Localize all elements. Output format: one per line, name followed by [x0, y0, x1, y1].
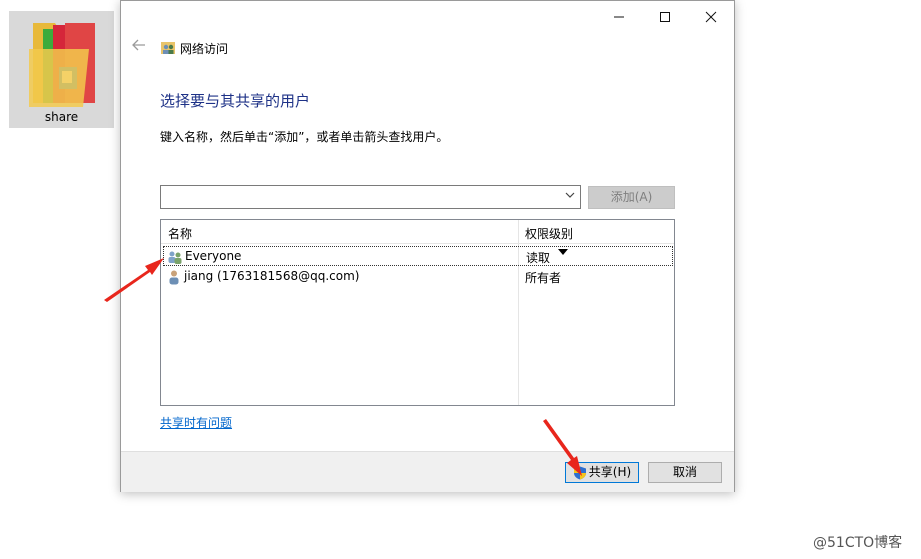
minimize-button[interactable]: [596, 1, 642, 33]
permission-level[interactable]: 读取: [526, 249, 550, 266]
instruction-text: 键入名称，然后单击“添加”，或者单击箭头查找用户。: [160, 130, 449, 144]
annotation-arrow-icon: [543, 419, 582, 476]
list-item[interactable]: jiang (1763181568@qq.com) 所有者: [163, 267, 673, 287]
dialog-title: 网络访问: [180, 42, 229, 56]
annotation-arrow-icon: [104, 258, 164, 302]
network-users-icon: [161, 42, 175, 54]
folder-label: share: [44, 110, 79, 124]
maximize-icon: [660, 12, 670, 22]
watermark-text: @51CTO博客: [813, 535, 903, 551]
permission-level: 所有者: [525, 271, 562, 285]
user-name-combobox[interactable]: [160, 185, 581, 209]
add-button[interactable]: 添加(A): [588, 186, 675, 209]
page-heading: 选择要与其共享的用户: [160, 92, 311, 110]
back-arrow-icon: [132, 39, 145, 51]
column-header-permission[interactable]: 权限级别: [525, 225, 573, 242]
maximize-button[interactable]: [642, 1, 688, 33]
list-item[interactable]: Everyone 读取: [163, 246, 673, 266]
user-name: Everyone: [185, 249, 242, 263]
chevron-down-icon[interactable]: [562, 189, 578, 205]
minimize-icon: [614, 16, 624, 18]
desktop-folder-share[interactable]: share: [9, 11, 114, 128]
dialog-footer: 共享(H) 取消: [121, 451, 734, 492]
sharing-help-link[interactable]: 共享时有问题: [160, 414, 232, 431]
header-divider: [161, 243, 674, 244]
folder-icon: [29, 23, 95, 107]
network-access-dialog: 网络访问 选择要与其共享的用户 键入名称，然后单击“添加”，或者单击箭头查找用户…: [120, 0, 735, 492]
share-button-label: 共享(H): [588, 465, 632, 479]
cancel-button[interactable]: 取消: [648, 462, 722, 483]
close-button[interactable]: [688, 1, 734, 33]
close-icon: [705, 11, 717, 23]
permission-dropdown-icon[interactable]: [558, 248, 568, 259]
user-name: jiang (1763181568@qq.com): [184, 269, 360, 283]
share-users-list: 名称 权限级别 Everyone 读取 jiang (1763181568@qq…: [160, 219, 675, 406]
back-button[interactable]: [129, 37, 149, 57]
column-header-name[interactable]: 名称: [168, 225, 192, 242]
